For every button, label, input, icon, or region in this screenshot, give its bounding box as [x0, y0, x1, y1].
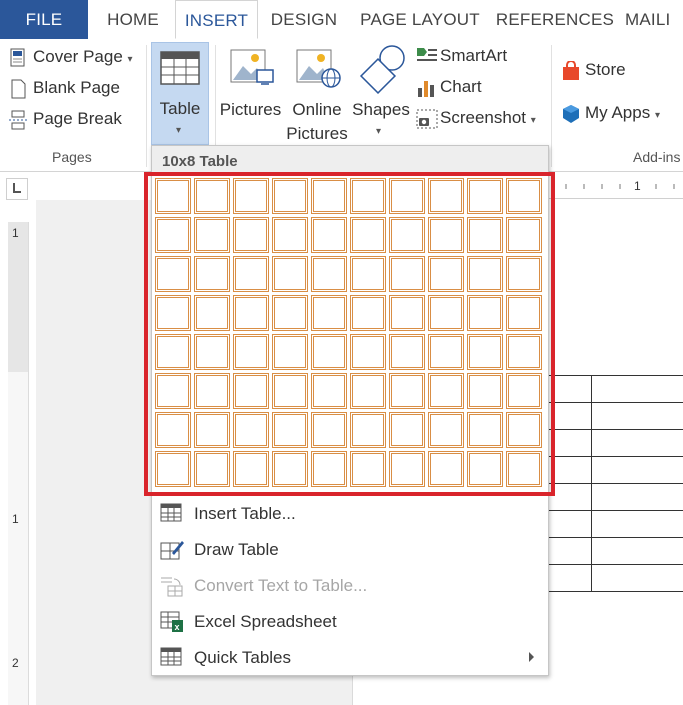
- tab-home[interactable]: HOME: [98, 0, 168, 39]
- excel-icon: x: [160, 611, 184, 638]
- table-icon: [160, 51, 200, 90]
- cover-page-label: Cover Page: [33, 47, 123, 66]
- page-break-button[interactable]: Page Break: [9, 106, 139, 132]
- ruler-mark: 1: [634, 179, 641, 193]
- shapes-dropdown-icon: ▾: [376, 126, 382, 137]
- blank-page-button[interactable]: Blank Page: [9, 75, 139, 101]
- tab-insert[interactable]: INSERT: [175, 0, 258, 39]
- tab-design[interactable]: DESIGN: [263, 0, 345, 39]
- blank-page-label: Blank Page: [33, 78, 120, 97]
- tab-mailings[interactable]: MAILI: [625, 0, 683, 39]
- cover-page-button[interactable]: Cover Page ▾: [9, 44, 139, 70]
- ruler-mark: 1: [12, 226, 19, 240]
- my-apps-icon: [561, 104, 581, 132]
- cover-page-icon: [9, 48, 27, 76]
- shapes-button[interactable]: Shapes ▾: [350, 44, 412, 142]
- table-label: Table: [159, 99, 201, 118]
- my-apps-label: My Apps: [585, 103, 651, 122]
- quick-tables-icon: [160, 647, 182, 672]
- draw-table-label: Draw Table: [194, 540, 279, 559]
- quick-tables-label: Quick Tables: [194, 648, 292, 667]
- draw-table-icon: [160, 539, 184, 566]
- shapes-icon: [356, 44, 406, 99]
- page-break-icon: [9, 110, 29, 138]
- pages-group-label: Pages: [52, 149, 92, 165]
- document-table[interactable]: [548, 375, 683, 592]
- group-divider: [551, 45, 552, 167]
- ruler-ticks: [565, 184, 675, 189]
- blank-page-icon: [9, 79, 27, 107]
- shapes-label: Shapes: [352, 100, 410, 119]
- chart-button[interactable]: Chart: [416, 74, 536, 100]
- online-pictures-button[interactable]: Online Pictures: [286, 44, 348, 143]
- tab-file[interactable]: FILE: [0, 0, 88, 39]
- convert-text-to-table-menu-item[interactable]: Convert Text to Table...: [152, 568, 548, 604]
- ruler-mark: 2: [12, 656, 19, 670]
- insert-table-menu-item[interactable]: Insert Table...: [152, 496, 548, 532]
- screenshot-button[interactable]: Screenshot ▾: [416, 105, 546, 131]
- pictures-icon: [229, 46, 275, 95]
- page-break-label: Page Break: [33, 109, 122, 128]
- online-pictures-icon: [295, 46, 341, 95]
- online-pictures-label-line1: Online: [292, 100, 342, 119]
- cover-page-dropdown-icon: ▾: [127, 54, 133, 65]
- convert-text-icon: [160, 575, 184, 602]
- table-button[interactable]: Table ▾: [151, 42, 209, 145]
- addins-group-label: Add-ins: [633, 149, 681, 165]
- my-apps-button[interactable]: My Apps ▾: [561, 100, 683, 126]
- quick-tables-menu-item[interactable]: Quick Tables: [152, 640, 548, 676]
- insert-table-icon: [160, 503, 182, 528]
- pictures-button[interactable]: Pictures: [219, 44, 282, 120]
- convert-text-label: Convert Text to Table...: [194, 576, 368, 595]
- insert-table-label: Insert Table...: [194, 504, 296, 523]
- online-pictures-label-line2: Pictures: [286, 124, 348, 143]
- draw-table-menu-item[interactable]: Draw Table: [152, 532, 548, 568]
- chart-label: Chart: [440, 77, 482, 96]
- screenshot-icon: [416, 109, 438, 137]
- my-apps-dropdown-icon: ▾: [654, 110, 660, 121]
- excel-spreadsheet-label: Excel Spreadsheet: [194, 612, 337, 631]
- smartart-button[interactable]: SmartArt: [416, 43, 536, 69]
- ribbon-tab-bar: FILE HOME INSERT DESIGN PAGE LAYOUT REFE…: [0, 0, 683, 40]
- ruler-margin-shade: [8, 222, 28, 372]
- chart-icon: [416, 78, 436, 106]
- grid-highlight-box: [144, 172, 555, 496]
- smartart-icon: [416, 47, 438, 73]
- pictures-label: Pictures: [219, 100, 282, 119]
- table-size-header: 10x8 Table: [152, 146, 548, 175]
- group-divider: [146, 45, 147, 167]
- vertical-ruler[interactable]: 1 1 2: [8, 222, 29, 705]
- store-button[interactable]: Store: [561, 57, 661, 83]
- submenu-arrow-icon: [529, 652, 534, 662]
- horizontal-ruler[interactable]: 1: [548, 176, 683, 199]
- excel-spreadsheet-menu-item[interactable]: x Excel Spreadsheet: [152, 604, 548, 640]
- store-label: Store: [585, 60, 626, 79]
- tab-references[interactable]: REFERENCES: [494, 0, 616, 39]
- screenshot-label: Screenshot: [440, 108, 526, 127]
- smartart-label: SmartArt: [440, 46, 508, 65]
- svg-text:x: x: [175, 622, 180, 632]
- tab-page-layout[interactable]: PAGE LAYOUT: [355, 0, 485, 39]
- table-dropdown-icon: ▾: [176, 125, 182, 136]
- left-tab-icon: [13, 183, 21, 193]
- ruler-mark: 1: [12, 512, 19, 526]
- screenshot-dropdown-icon: ▾: [530, 115, 536, 126]
- tab-selector[interactable]: [6, 178, 28, 200]
- store-icon: [561, 60, 581, 89]
